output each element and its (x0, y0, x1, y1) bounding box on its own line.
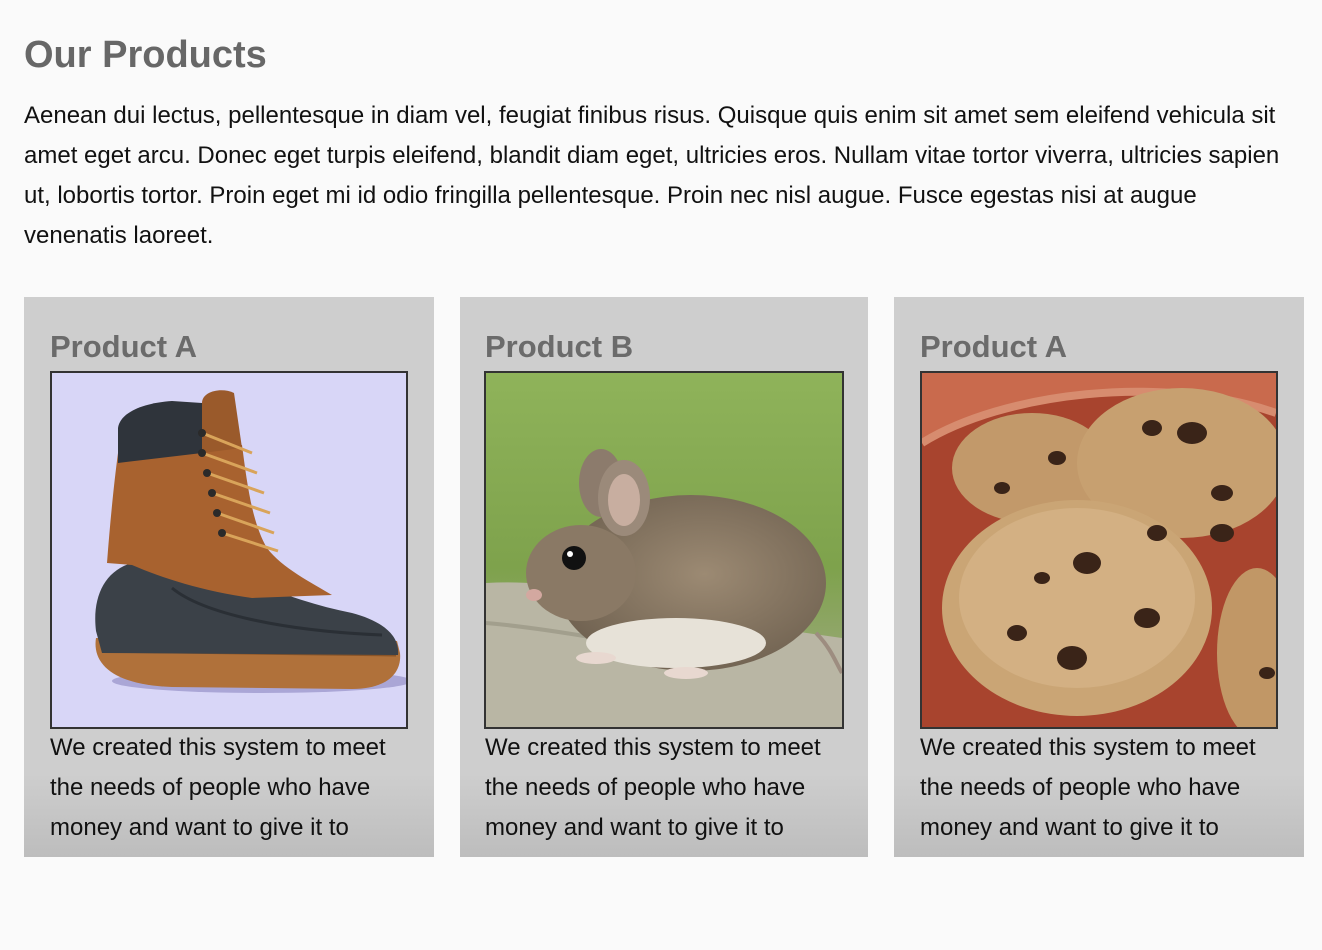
product-description: We created this system to meet the needs… (485, 734, 821, 841)
page-title: Our Products (24, 34, 267, 76)
mouse-image (484, 371, 844, 729)
product-title: Product A (920, 329, 1067, 364)
boot-image (50, 371, 408, 729)
product-description: We created this system to meet the needs… (50, 734, 386, 841)
intro-paragraph: Aenean dui lectus, pellentesque in diam … (24, 102, 1280, 249)
product-card: Product A We created this system to meet… (894, 297, 1304, 857)
cookies-image (920, 371, 1278, 729)
product-title: Product B (485, 329, 634, 364)
product-description: We created this system to meet the needs… (920, 734, 1256, 841)
product-card: Product A We created this system to meet… (24, 297, 434, 857)
product-grid: Product A We created this system to meet… (24, 297, 1304, 857)
product-title: Product A (50, 329, 197, 364)
products-page: Our Products Aenean dui lectus, pellente… (0, 0, 1322, 857)
product-card: Product B We created this system to meet… (460, 297, 868, 857)
